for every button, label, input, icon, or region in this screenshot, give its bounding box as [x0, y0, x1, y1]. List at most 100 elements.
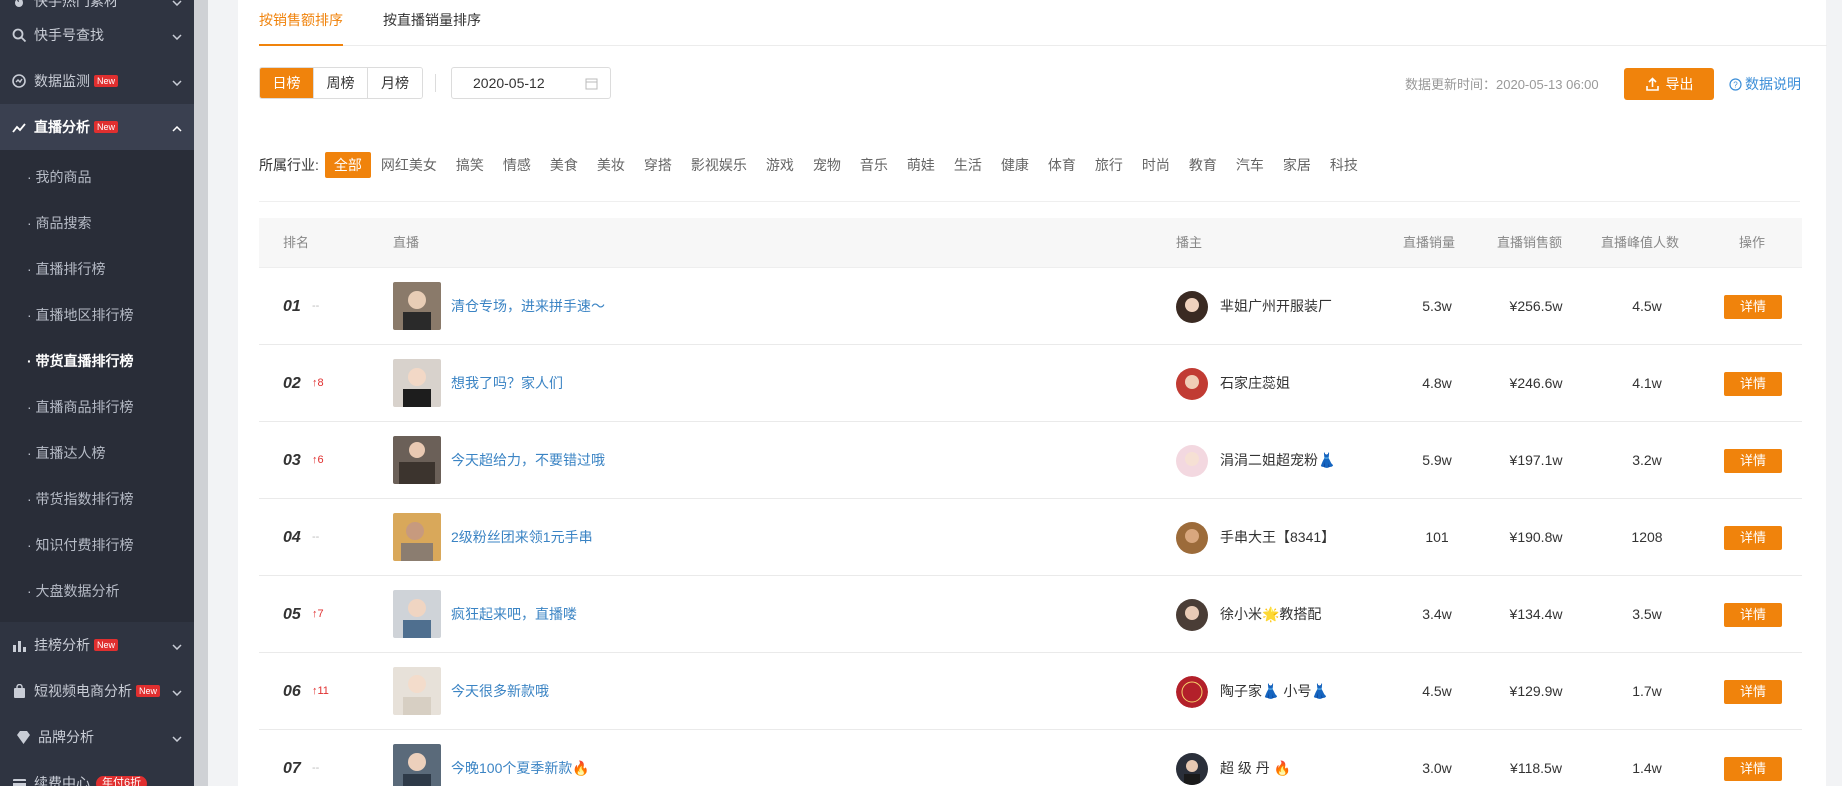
industry-tag[interactable]: 音乐 — [851, 152, 897, 178]
industry-tag[interactable]: 科技 — [1321, 152, 1367, 178]
industry-tag[interactable]: 美妆 — [588, 152, 634, 178]
industry-tag[interactable]: 家居 — [1274, 152, 1320, 178]
live-thumbnail[interactable] — [393, 359, 441, 407]
industry-tag[interactable]: 时尚 — [1133, 152, 1179, 178]
sidebar-subitem-my-products[interactable]: · 我的商品 — [0, 154, 194, 200]
search-icon — [10, 26, 28, 44]
rank-change: -- — [312, 300, 320, 312]
industry-tag[interactable]: 旅行 — [1086, 152, 1132, 178]
weekly-button[interactable]: 周榜 — [314, 68, 368, 98]
rank-change: ↑7 — [312, 608, 324, 620]
detail-button[interactable]: 详情 — [1724, 757, 1782, 781]
sidebar-item-hot-materials[interactable]: 快手热门素材 — [0, 0, 194, 12]
live-thumbnail[interactable] — [393, 282, 441, 330]
live-thumbnail[interactable] — [393, 590, 441, 638]
sidebar-subitem-live-ranking[interactable]: · 直播排行榜 — [0, 246, 194, 292]
sidebar-scrollbar[interactable] — [194, 0, 208, 786]
sidebar-submenu: · 我的商品 · 商品搜索 · 直播排行榜 · 直播地区排行榜 · 带货直播排行… — [0, 150, 194, 622]
industry-tag[interactable]: 生活 — [945, 152, 991, 178]
detail-button[interactable]: 详情 — [1724, 526, 1782, 550]
sidebar-subitem-live-talent-ranking[interactable]: · 直播达人榜 — [0, 430, 194, 476]
sort-tabs: 按销售额排序 按直播销量排序 — [259, 0, 1827, 46]
industry-tag[interactable]: 游戏 — [757, 152, 803, 178]
sidebar-item-account-search[interactable]: 快手号查找 — [0, 12, 194, 58]
industry-tag[interactable]: 搞笑 — [447, 152, 493, 178]
sales-value: 4.5w — [1422, 683, 1452, 699]
industry-tag[interactable]: 教育 — [1180, 152, 1226, 178]
date-picker[interactable]: 2020-05-12 — [451, 67, 611, 99]
host-avatar[interactable] — [1176, 522, 1208, 554]
sales-value: 5.9w — [1422, 452, 1452, 468]
live-title-link[interactable]: 疯狂起来吧，直播喽 — [451, 576, 577, 653]
detail-button[interactable]: 详情 — [1724, 295, 1782, 319]
industry-tag[interactable]: 萌娃 — [898, 152, 944, 178]
peak-value: 3.2w — [1632, 452, 1662, 468]
peak-value: 1.4w — [1632, 760, 1662, 776]
sidebar-item-brand-analysis[interactable]: 品牌分析 — [0, 714, 194, 760]
sidebar-subitem-knowledge-ranking[interactable]: · 知识付费排行榜 — [0, 522, 194, 568]
sidebar-subitem-product-search[interactable]: · 商品搜索 — [0, 200, 194, 246]
tab-sort-by-revenue[interactable]: 按销售额排序 — [259, 0, 343, 46]
detail-button[interactable]: 详情 — [1724, 603, 1782, 627]
chevron-up-icon — [172, 119, 182, 135]
live-thumbnail[interactable] — [393, 667, 441, 715]
sidebar-item-label: 快手热门素材 — [34, 0, 118, 9]
live-title-link[interactable]: 今天超给力，不要错过哦 — [451, 422, 605, 499]
industry-tag[interactable]: 全部 — [324, 152, 371, 178]
industry-tag[interactable]: 汽车 — [1227, 152, 1273, 178]
sidebar-subitem-live-product-ranking[interactable]: · 直播商品排行榜 — [0, 384, 194, 430]
sidebar-item-list-analysis[interactable]: 挂榜分析 New — [0, 622, 194, 668]
monthly-button[interactable]: 月榜 — [368, 68, 422, 98]
promo-badge: 年付6折 — [96, 775, 148, 786]
live-title-link[interactable]: 想我了吗？家人们 — [451, 345, 563, 422]
live-title-link[interactable]: 2级粉丝团来领1元手串 — [451, 499, 593, 576]
industry-tag[interactable]: 体育 — [1039, 152, 1085, 178]
host-avatar[interactable] — [1176, 368, 1208, 400]
live-thumbnail[interactable] — [393, 744, 441, 786]
daily-button[interactable]: 日榜 — [260, 68, 314, 98]
sidebar-subitem-region-ranking[interactable]: · 直播地区排行榜 — [0, 292, 194, 338]
new-badge: New — [94, 121, 119, 133]
sales-value: 3.0w — [1422, 760, 1452, 776]
live-title-link[interactable]: 今晚100个夏季新款🔥 — [451, 730, 590, 786]
detail-button[interactable]: 详情 — [1724, 372, 1782, 396]
sidebar-subitem-sales-live-ranking[interactable]: · 带货直播排行榜 — [0, 338, 194, 384]
peak-value: 3.5w — [1632, 606, 1662, 622]
live-title-link[interactable]: 清仓专场，进来拼手速～ — [451, 268, 605, 345]
industry-tag[interactable]: 网红美女 — [372, 152, 446, 178]
revenue-value: ¥256.5w — [1509, 298, 1563, 314]
sidebar-item-live-analysis[interactable]: 直播分析 New — [0, 104, 194, 150]
chevron-down-icon — [172, 683, 182, 699]
industry-tag[interactable]: 穿搭 — [635, 152, 681, 178]
data-help-link[interactable]: ? 数据说明 — [1729, 74, 1801, 94]
sidebar-item-video-commerce[interactable]: 短视频电商分析 New — [0, 668, 194, 714]
industry-tag[interactable]: 美食 — [541, 152, 587, 178]
host-avatar[interactable] — [1176, 753, 1208, 785]
industry-tag[interactable]: 健康 — [992, 152, 1038, 178]
peak-value: 1208 — [1631, 529, 1663, 545]
export-button[interactable]: 导出 — [1624, 68, 1714, 100]
detail-button[interactable]: 详情 — [1724, 449, 1782, 473]
host-avatar[interactable] — [1176, 445, 1208, 477]
host-avatar[interactable] — [1176, 676, 1208, 708]
table-row: 06 ↑11 今天很多新款哦 陶子家👗 小号👗 4.5w ¥129.9w 1.7… — [259, 653, 1802, 730]
new-badge: New — [94, 639, 119, 651]
sidebar-item-label: 数据监测 — [34, 73, 90, 89]
host-avatar[interactable] — [1176, 599, 1208, 631]
host-name: 手串大王【8341】 — [1220, 529, 1336, 545]
live-thumbnail[interactable] — [393, 436, 441, 484]
industry-tag[interactable]: 影视娱乐 — [682, 152, 756, 178]
sidebar-item-renewal-center[interactable]: 续费中心 年付6折 — [0, 760, 194, 786]
detail-button[interactable]: 详情 — [1724, 680, 1782, 704]
sidebar-item-data-monitor[interactable]: 数据监测 New — [0, 58, 194, 104]
live-thumbnail[interactable] — [393, 513, 441, 561]
live-title-link[interactable]: 今天很多新款哦 — [451, 653, 549, 730]
card-icon — [10, 774, 28, 786]
sidebar-subitem-market-analysis[interactable]: · 大盘数据分析 — [0, 568, 194, 614]
industry-tag[interactable]: 宠物 — [804, 152, 850, 178]
sidebar-subitem-sales-index-ranking[interactable]: · 带货指数排行榜 — [0, 476, 194, 522]
host-avatar[interactable] — [1176, 291, 1208, 323]
tab-sort-by-sales[interactable]: 按直播销量排序 — [383, 0, 481, 46]
industry-tag[interactable]: 情感 — [494, 152, 540, 178]
sidebar-item-label: 短视频电商分析 — [34, 683, 132, 699]
